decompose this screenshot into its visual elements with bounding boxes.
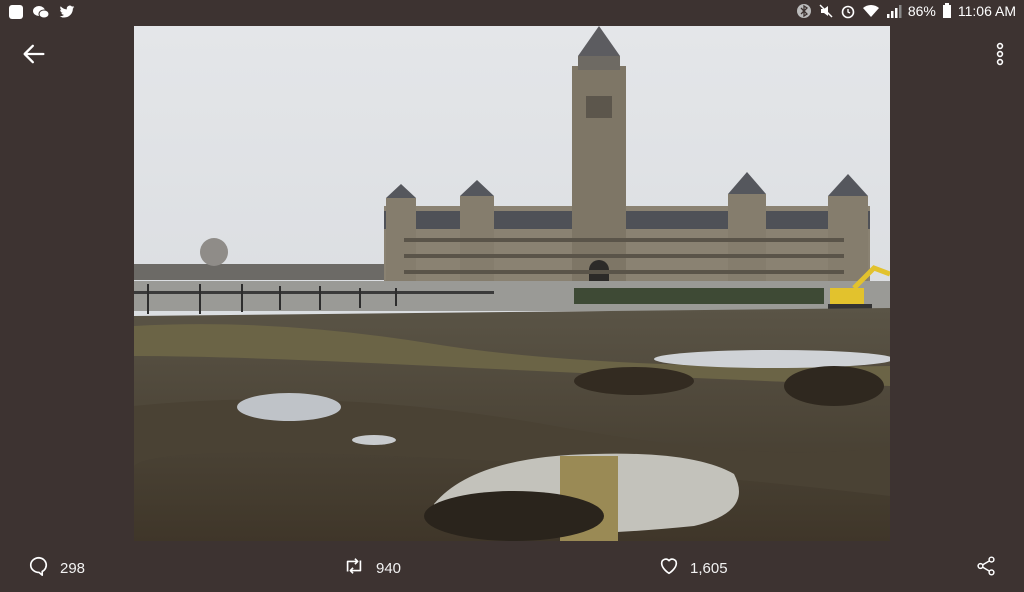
battery-percent: 86%	[907, 3, 936, 19]
retweet-button[interactable]: 940	[342, 555, 401, 581]
tweet-action-bar: 298 940 1,605	[0, 545, 1024, 589]
retweet-icon	[342, 555, 366, 581]
heart-icon	[658, 555, 680, 581]
bluetooth-icon	[796, 3, 812, 19]
wechat-icon	[32, 4, 50, 20]
more-options-button[interactable]	[996, 40, 1004, 73]
share-button[interactable]	[974, 555, 998, 581]
app-square-icon	[8, 4, 24, 20]
twitter-bird-icon	[58, 4, 76, 20]
clock-time: 11:06 AM	[957, 3, 1016, 19]
status-bar: 86% 11:06 AM	[0, 0, 1024, 26]
alarm-icon	[840, 3, 856, 19]
reply-button[interactable]: 298	[28, 555, 85, 581]
like-button[interactable]: 1,605	[658, 555, 728, 581]
reply-count: 298	[60, 559, 86, 577]
share-icon	[974, 555, 998, 581]
status-bar-right: 86% 11:06 AM	[796, 3, 1016, 19]
arrow-left-icon	[20, 44, 48, 72]
mute-icon	[818, 3, 834, 19]
reply-bubble-icon	[28, 555, 50, 581]
back-button[interactable]	[20, 40, 48, 73]
status-bar-left	[8, 4, 76, 20]
wifi-icon	[862, 3, 880, 19]
vertical-dots-icon	[996, 42, 1004, 72]
like-count: 1,605	[690, 559, 728, 577]
tweet-photo[interactable]	[134, 26, 890, 541]
battery-icon	[942, 3, 952, 19]
photo-illustration	[134, 26, 890, 541]
retweet-count: 940	[376, 559, 402, 577]
signal-icon	[886, 3, 902, 19]
